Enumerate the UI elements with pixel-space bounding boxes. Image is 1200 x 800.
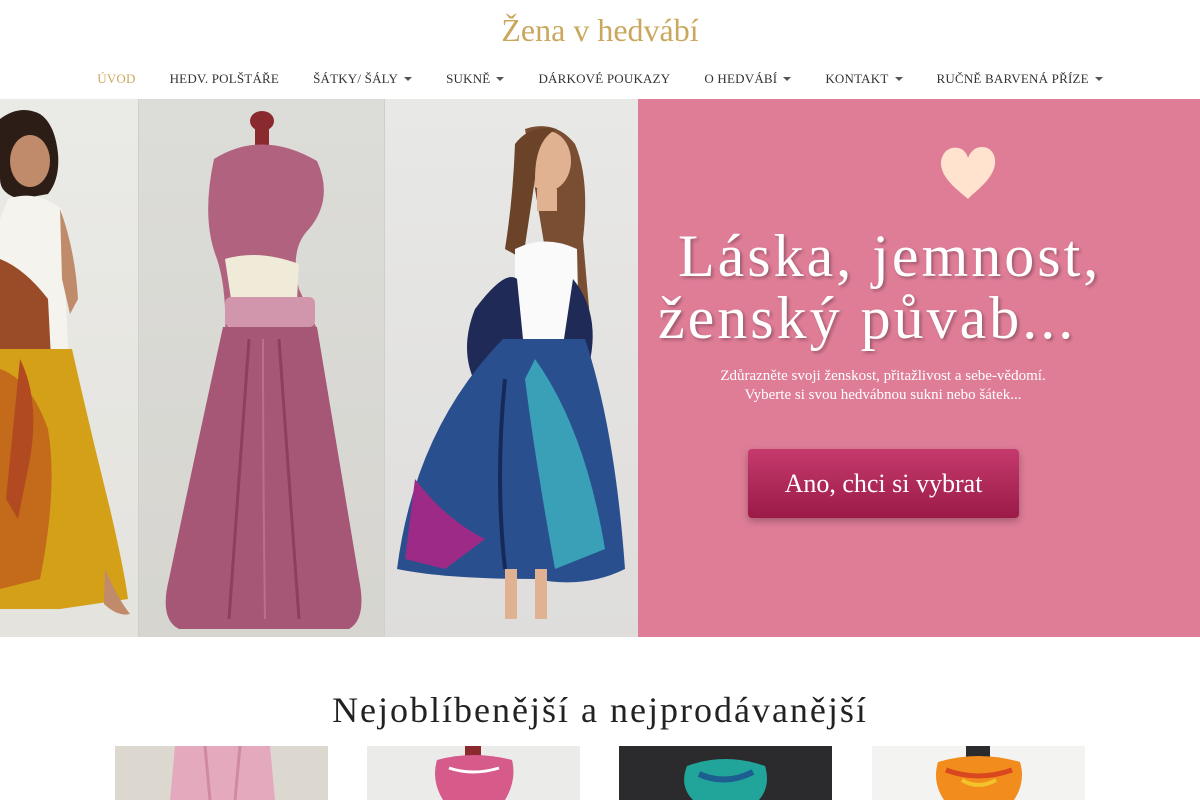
cta-button[interactable]: Ano, chci si vybrat xyxy=(748,449,1019,518)
product-thumb-teal-scarf[interactable] xyxy=(619,746,832,800)
hero-subtext-line2: Vyberte si svou hedvábnou sukni nebo šát… xyxy=(744,387,1022,403)
caret-down-icon xyxy=(894,77,903,81)
nav-item-label: RUČNĚ BARVENÁ PŘÍZE xyxy=(936,71,1089,86)
nav-item-label: DÁRKOVÉ POUKAZY xyxy=(538,71,671,86)
hero-photo-mannequin-mauve xyxy=(138,99,385,637)
hero-headline-line1: Láska, jemnost, xyxy=(678,223,1102,289)
hero-headline-line2: ženský půvab... xyxy=(658,285,1077,351)
hero-headline: Láska, jemnost, ženský půvab... xyxy=(638,225,1200,349)
caret-down-icon xyxy=(1094,77,1103,81)
product-thumb-pink-skirt[interactable] xyxy=(115,746,328,800)
nav-item-label: ŠÁTKY/ ŠÁLY xyxy=(313,71,399,86)
nav-item-kontakt[interactable]: KONTAKT xyxy=(808,71,919,87)
nav-item-label: ÚVOD xyxy=(97,71,136,86)
nav-item-darkove-poukazy[interactable]: DÁRKOVÉ POUKAZY xyxy=(521,71,687,87)
nav-item-label: HEDV. POLŠTÁŘE xyxy=(169,71,280,86)
nav-item-rucne-barvena-prize[interactable]: RUČNĚ BARVENÁ PŘÍZE xyxy=(920,71,1120,87)
product-thumb-orange-scarf[interactable] xyxy=(872,746,1085,800)
nav-item-label: O HEDVÁBÍ xyxy=(704,71,778,86)
section-title-bestsellers: Nejoblíbenější a nejprodávanější xyxy=(332,690,868,730)
nav-item-o-hedvabi[interactable]: O HEDVÁBÍ xyxy=(687,71,808,87)
hero-banner: Láska, jemnost, ženský půvab... Zdůrazně… xyxy=(0,99,1200,637)
nav-item-label: KONTAKT xyxy=(825,71,889,86)
product-grid xyxy=(0,746,1200,800)
site-title[interactable]: Žena v hedvábí xyxy=(0,10,1200,50)
nav-item-sukne[interactable]: SUKNĚ xyxy=(429,71,521,87)
main-nav: ÚVOD HEDV. POLŠTÁŘE ŠÁTKY/ ŠÁLY SUKNĚ DÁ… xyxy=(0,64,1200,94)
hero-promo-panel: Láska, jemnost, ženský půvab... Zdůrazně… xyxy=(638,99,1200,637)
caret-down-icon xyxy=(404,77,413,81)
product-thumb-pink-scarf[interactable] xyxy=(367,746,580,800)
nav-item-satky-saly[interactable]: ŠÁTKY/ ŠÁLY xyxy=(296,71,429,87)
nav-item-hedv-polstare[interactable]: HEDV. POLŠTÁŘE xyxy=(153,71,296,87)
heart-icon xyxy=(940,147,996,199)
nav-item-label: SUKNĚ xyxy=(446,71,491,86)
hero-subtext: Zdůrazněte svoji ženskost, přitažlivost … xyxy=(638,367,1128,405)
hero-subtext-line1: Zdůrazněte svoji ženskost, přitažlivost … xyxy=(720,368,1046,384)
caret-down-icon xyxy=(496,77,505,81)
nav-item-uvod[interactable]: ÚVOD xyxy=(80,71,152,87)
hero-photo-girl-blue-skirt xyxy=(384,99,639,637)
caret-down-icon xyxy=(783,77,792,81)
hero-photo-woman-yellow-skirt xyxy=(0,99,138,637)
